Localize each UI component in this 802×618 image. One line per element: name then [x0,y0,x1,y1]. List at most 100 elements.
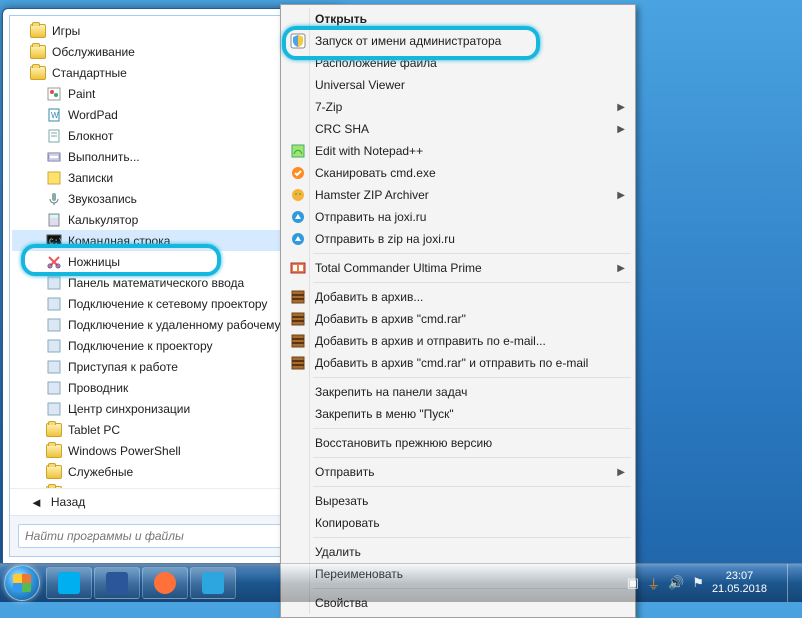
menu-item-label: Запуск от имени администратора [315,34,501,48]
skype-icon [58,572,80,594]
item-label: Командная строка [68,234,170,248]
clock-date: 21.05.2018 [712,583,767,596]
back-arrow-icon: ◄ [30,495,43,510]
context-menu-separator [313,486,631,487]
context-menu-separator [313,537,631,538]
item-label: Paint [68,87,95,101]
context-menu-item[interactable]: 7-Zip ▶ [283,96,633,118]
cmd-icon [46,233,62,249]
menu-item-label: Отправить на joxi.ru [315,210,426,224]
context-menu-item[interactable]: Universal Viewer [283,74,633,96]
item-label: Подключение к сетевому проектору [68,297,267,311]
item-label: Стандартные [52,66,127,80]
start-button[interactable] [4,565,40,601]
rar-icon [289,310,307,328]
taskbar-button-word[interactable] [94,567,140,599]
item-label: Калькулятор [68,213,138,227]
item-label: Подключение к проектору [68,339,213,353]
npp-icon [289,142,307,160]
tray-flag-icon[interactable]: ⚑ [692,575,704,591]
item-label: Ножницы [68,255,120,269]
context-menu-item[interactable]: Сканировать cmd.exe [283,162,633,184]
context-menu-item[interactable]: CRC SHA ▶ [283,118,633,140]
submenu-arrow-icon: ▶ [617,124,625,135]
menu-item-label: Закрепить на панели задач [315,385,467,399]
context-menu-item[interactable]: Отправить в zip на joxi.ru [283,228,633,250]
wordpad-icon [46,107,62,123]
context-menu-item[interactable]: Total Commander Ultima Prime ▶ [283,257,633,279]
context-menu-item[interactable]: Открыть [283,8,633,30]
item-label: Звукозапись [68,192,137,206]
joxi-icon [289,230,307,248]
item-label: Приступая к работе [68,360,178,374]
menu-item-label: Закрепить в меню "Пуск" [315,407,454,421]
context-menu-item[interactable]: Добавить в архив "cmd.rar" [283,308,633,330]
context-menu-item[interactable]: Отправить на joxi.ru [283,206,633,228]
item-label: Записки [68,171,113,185]
taskbar: ▣ ⏚ 🔊 ⚑ 23:07 21.05.2018 [0,563,802,602]
context-menu-item[interactable]: Расположение файла [283,52,633,74]
context-menu-separator [313,428,631,429]
tray-sound-icon[interactable]: 🔊 [668,575,684,591]
firefox-icon [154,572,176,594]
submenu-arrow-icon: ▶ [617,467,625,478]
hamster-icon [289,186,307,204]
taskbar-button-skype[interactable] [46,567,92,599]
run-icon [46,149,62,165]
item-label: Подключение к удаленному рабочему с [68,318,290,332]
context-menu-item[interactable]: Добавить в архив... [283,286,633,308]
item-label: WordPad [68,108,118,122]
menu-item-label: Отправить [315,465,375,479]
context-menu-item[interactable]: Edit with Notepad++ [283,140,633,162]
folder-icon [30,23,46,39]
context-menu-item[interactable]: Hamster ZIP Archiver▶ [283,184,633,206]
menu-item-label: CRC SHA [315,122,369,136]
context-menu-separator [313,253,631,254]
explorer-icon [46,380,62,396]
rar-icon [289,354,307,372]
taskbar-button-telegram[interactable] [190,567,236,599]
show-desktop-button[interactable] [787,564,798,602]
context-menu-item[interactable]: Восстановить прежнюю версию [283,432,633,454]
paint-icon [46,86,62,102]
item-label: Блокнот [68,129,113,143]
context-menu-item[interactable]: Добавить в архив и отправить по e-mail..… [283,330,633,352]
submenu-arrow-icon: ▶ [617,263,625,274]
menu-item-label: Добавить в архив... [315,290,423,304]
menu-item-label: 7-Zip [315,100,342,114]
item-label: Игры [52,24,80,38]
item-label: Tablet PC [68,423,120,437]
submenu-arrow-icon: ▶ [617,102,625,113]
context-menu-item[interactable]: Запуск от имени администратора [283,30,633,52]
context-menu: Открыть Запуск от имени администратора Рас… [280,4,636,618]
context-menu-item[interactable]: Удалить [283,541,633,563]
tray-network-icon[interactable]: ▣ [627,575,639,591]
tray-wifi-icon[interactable]: ⏚ [647,574,660,593]
menu-item-label: Hamster ZIP Archiver [315,188,429,202]
context-menu-item[interactable]: Добавить в архив "cmd.rar" и отправить п… [283,352,633,374]
taskbar-button-firefox[interactable] [142,567,188,599]
taskbar-clock[interactable]: 23:07 21.05.2018 [712,570,767,596]
context-menu-item[interactable]: Вырезать [283,490,633,512]
context-menu-item[interactable]: Копировать [283,512,633,534]
sticky-icon [46,170,62,186]
rar-icon [289,288,307,306]
menu-item-label: Копировать [315,516,380,530]
menu-item-label: Вырезать [315,494,368,508]
item-label: Обслуживание [52,45,135,59]
context-menu-item[interactable]: Закрепить на панели задач [283,381,633,403]
desktop: Игры Обслуживание Стандартные Paint WordPad Б… [0,0,802,602]
rdp-icon [46,317,62,333]
menu-item-label: Расположение файла [315,56,437,70]
menu-item-label: Total Commander Ultima Prime [315,261,482,275]
item-label: Центр синхронизации [68,402,190,416]
shield-icon [289,32,307,50]
menu-item-label: Восстановить прежнюю версию [315,436,492,450]
context-menu-item[interactable]: Закрепить в меню "Пуск" [283,403,633,425]
item-label: Проводник [68,381,128,395]
folder-icon [46,464,62,480]
context-menu-item[interactable]: Отправить ▶ [283,461,633,483]
menu-item-label: Добавить в архив и отправить по e-mail..… [315,334,546,348]
folder-icon [46,443,62,459]
system-tray[interactable]: ▣ ⏚ 🔊 ⚑ 23:07 21.05.2018 [627,564,798,602]
